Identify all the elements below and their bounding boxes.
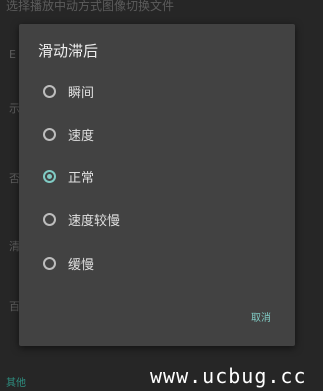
radio-icon[interactable] xyxy=(43,127,56,141)
radio-icon[interactable] xyxy=(43,84,56,98)
option-label: 缓慢 xyxy=(68,257,95,273)
dialog-title: 滑动滞后 xyxy=(38,42,99,60)
scroll-lag-dialog: 滑动滞后 瞬间 速度 正常 速度较慢 缓慢 取消 xyxy=(19,24,295,346)
option-slow[interactable]: 缓慢 xyxy=(43,252,94,274)
cancel-button[interactable]: 取消 xyxy=(251,309,271,324)
background-description-text: 选择播放中动方式图像切换文件 xyxy=(6,0,175,13)
watermark: www.ucbug.cc xyxy=(150,364,307,388)
option-label: 速度 xyxy=(68,128,95,144)
option-label: 瞬间 xyxy=(68,85,95,101)
option-speed[interactable]: 速度 xyxy=(43,123,94,145)
radio-icon[interactable] xyxy=(43,256,56,270)
option-instant[interactable]: 瞬间 xyxy=(43,80,94,102)
option-label: 正常 xyxy=(68,170,95,186)
radio-icon[interactable] xyxy=(43,212,56,226)
radio-selected-icon[interactable] xyxy=(43,169,56,183)
background-setting-glyph: E xyxy=(9,48,16,61)
option-slower[interactable]: 速度较慢 xyxy=(43,208,120,230)
option-normal[interactable]: 正常 xyxy=(43,165,94,187)
option-label: 速度较慢 xyxy=(68,213,121,229)
background-section-label: 其他 xyxy=(6,378,26,389)
